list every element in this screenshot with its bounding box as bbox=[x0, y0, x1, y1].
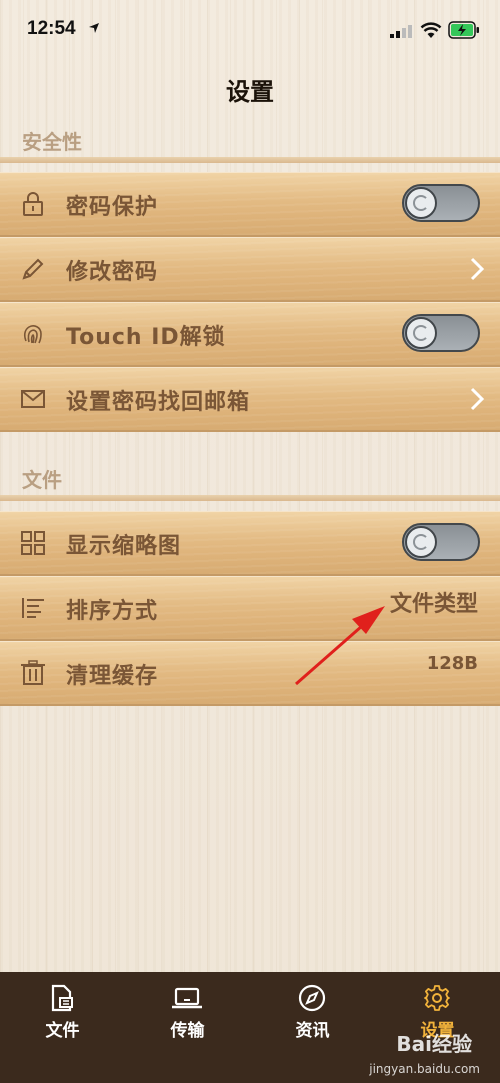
row-label: 清理缓存 bbox=[66, 664, 159, 689]
compass-icon bbox=[298, 984, 326, 1012]
chevron-right-icon bbox=[470, 387, 484, 411]
row-label: 设置密码找回邮箱 bbox=[66, 390, 251, 415]
row-password-protection: 密码保护 bbox=[0, 172, 500, 237]
tab-news[interactable]: 资讯 bbox=[250, 972, 375, 1083]
fingerprint-icon bbox=[23, 325, 42, 344]
mail-icon bbox=[21, 390, 45, 408]
file-icon bbox=[51, 984, 73, 1012]
row-change-password[interactable]: 修改密码 bbox=[0, 237, 500, 302]
toggle-knob bbox=[405, 317, 437, 349]
password-protection-toggle[interactable] bbox=[402, 184, 480, 222]
row-label: 密码保护 bbox=[66, 195, 159, 220]
battery-charging-icon bbox=[448, 21, 479, 39]
section-header-files: 文件 bbox=[22, 468, 62, 492]
row-label: 排序方式 bbox=[66, 599, 159, 624]
section-header-security: 安全性 bbox=[22, 130, 82, 154]
sort-order-value: 文件类型 bbox=[389, 592, 478, 617]
toggle-knob bbox=[405, 187, 437, 219]
cache-size-value: 128B bbox=[426, 653, 478, 674]
status-bar: 12:54 bbox=[0, 0, 500, 60]
grid-icon bbox=[21, 531, 45, 555]
show-thumbnails-toggle[interactable] bbox=[402, 523, 480, 561]
tab-label: 传输 bbox=[170, 1021, 205, 1041]
tab-transfer[interactable]: 传输 bbox=[125, 972, 250, 1083]
tab-files[interactable]: 文件 bbox=[0, 972, 125, 1083]
row-label: 修改密码 bbox=[66, 260, 159, 285]
tab-bar: 文件 传输 资讯 设置 Bai经验 jingyan.baidu.com bbox=[0, 972, 500, 1083]
tab-label: 文件 bbox=[45, 1021, 80, 1041]
signal-icon bbox=[390, 25, 412, 38]
row-show-thumbnails: 显示缩略图 bbox=[0, 511, 500, 576]
wifi-icon bbox=[420, 22, 442, 38]
row-label: Touch ID解锁 bbox=[66, 325, 226, 350]
watermark-url: jingyan.baidu.com bbox=[369, 1062, 480, 1076]
chevron-right-icon bbox=[470, 257, 484, 281]
watermark-brand: Bai经验 bbox=[396, 1032, 472, 1056]
pencil-icon bbox=[22, 258, 44, 280]
lock-icon bbox=[23, 192, 43, 216]
tab-label: 资讯 bbox=[295, 1021, 330, 1041]
row-label: 显示缩略图 bbox=[66, 534, 182, 559]
row-sort-order[interactable]: 排序方式 文件类型 bbox=[0, 576, 500, 641]
section-divider bbox=[0, 495, 500, 501]
toggle-knob bbox=[405, 526, 437, 558]
row-recovery-email[interactable]: 设置密码找回邮箱 bbox=[0, 367, 500, 432]
row-touch-id: Touch ID解锁 bbox=[0, 302, 500, 367]
touch-id-toggle[interactable] bbox=[402, 314, 480, 352]
location-arrow-icon bbox=[89, 23, 99, 33]
page-title: 设置 bbox=[226, 78, 274, 106]
trash-icon bbox=[21, 660, 45, 685]
gear-icon bbox=[424, 985, 450, 1011]
sort-list-icon bbox=[22, 598, 44, 618]
laptop-icon bbox=[172, 987, 202, 1009]
section-divider bbox=[0, 157, 500, 163]
row-clear-cache[interactable]: 清理缓存 128B bbox=[0, 641, 500, 706]
status-time: 12:54 bbox=[27, 18, 76, 39]
